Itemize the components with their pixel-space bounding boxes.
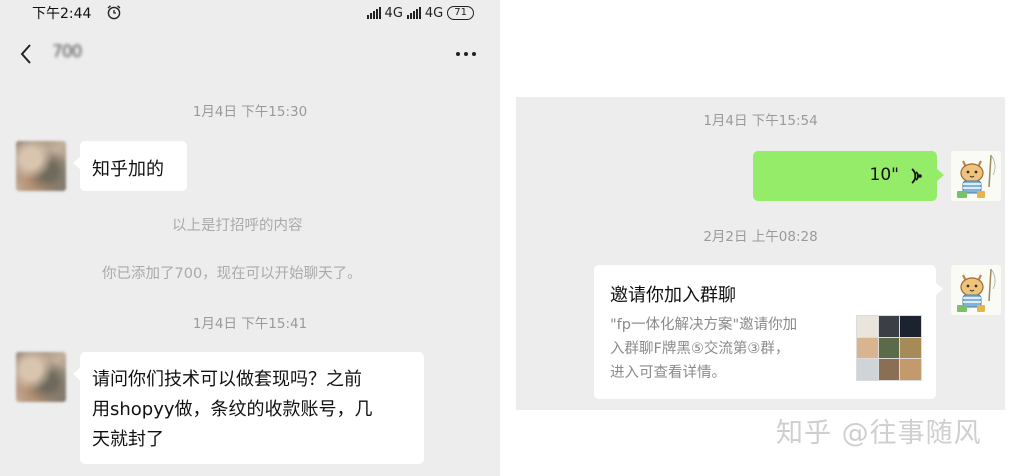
cat-avatar-icon	[957, 154, 996, 198]
system-message: 你已添加了700，现在可以开始聊天了。	[102, 266, 362, 282]
group-avatar-grid	[856, 315, 922, 381]
message-text: 请问你们技术可以做套现吗？之前 用shopyy做，条纹的收款账号，几 天就封了	[92, 369, 373, 450]
voice-duration: 10"	[869, 165, 899, 185]
contact-name: 700	[52, 42, 82, 62]
network-type: 4G	[384, 5, 403, 21]
back-arrow-icon[interactable]	[18, 42, 34, 66]
network-type-2: 4G	[424, 5, 444, 21]
alarm-clock-icon	[107, 5, 121, 20]
self-avatar[interactable]	[951, 151, 1001, 201]
system-message: 以上是打招呼的内容	[172, 218, 303, 234]
message-timestamp: 1月4日 下午15:41	[192, 316, 308, 332]
cat-avatar-icon	[957, 268, 996, 312]
incoming-message[interactable]: 请问你们技术可以做套现吗？之前 用shopyy做，条纹的收款账号，几 天就封了	[73, 352, 424, 464]
message-timestamp: 1月4日 下午15:30	[192, 104, 308, 120]
left-chat-screenshot: 下午2:44 4G 4G 71 700 1月4日 下午15:30 知乎加的 以上…	[0, 0, 500, 476]
message-text: 知乎加的	[92, 159, 164, 180]
right-chat-screenshot: 1月4日 下午15:54 10" 2月2日 上午08:28 邀请你加入群聊 "f…	[516, 97, 1005, 410]
invite-description: "fp一体化解决方案"邀请你加 入群聊F牌黑⑤交流第③群， 进入可查看详情。	[610, 317, 798, 381]
chat-header: 700	[0, 28, 500, 78]
status-bar: 下午2:44 4G 4G 71	[0, 0, 500, 26]
status-indicators: 4G 4G 71	[366, 4, 474, 22]
battery-icon: 71	[447, 6, 474, 20]
status-time: 下午2:44	[32, 6, 92, 22]
invite-title: 邀请你加入群聊	[610, 285, 736, 306]
signal-icon	[406, 7, 421, 19]
incoming-message[interactable]: 知乎加的	[73, 141, 187, 191]
message-timestamp: 2月2日 上午08:28	[703, 229, 818, 245]
zhihu-watermark: 知乎 @往事随风	[776, 418, 982, 449]
more-icon[interactable]	[456, 52, 476, 56]
contact-avatar[interactable]	[16, 141, 66, 191]
contact-avatar[interactable]	[16, 352, 66, 402]
signal-icon	[366, 7, 381, 19]
message-timestamp: 1月4日 下午15:54	[703, 113, 818, 129]
group-invite-card[interactable]: 邀请你加入群聊 "fp一体化解决方案"邀请你加 入群聊F牌黑⑤交流第③群， 进入…	[594, 265, 943, 399]
self-avatar[interactable]	[951, 265, 1001, 315]
voice-message[interactable]: 10"	[753, 151, 944, 201]
voice-wave-icon	[911, 168, 922, 184]
